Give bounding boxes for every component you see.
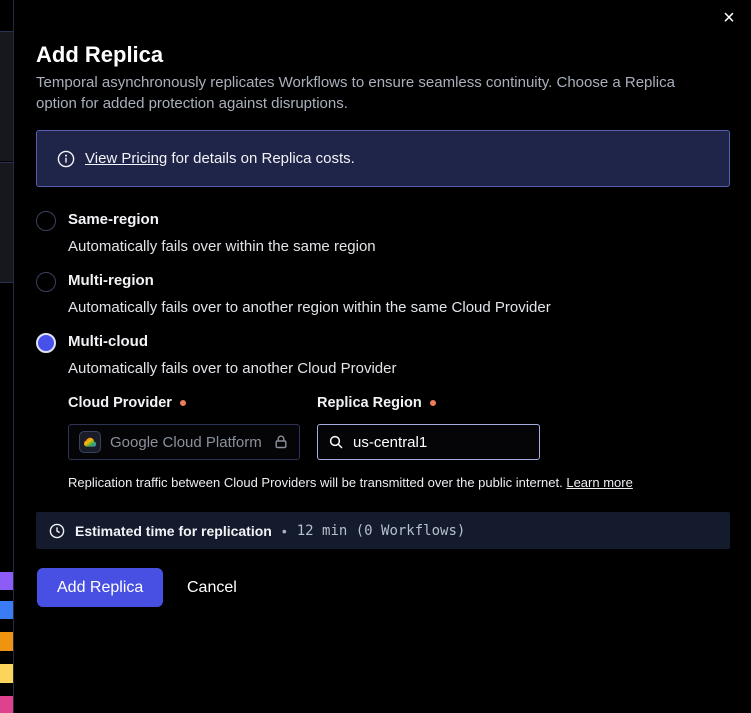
google-cloud-platform-icon — [79, 431, 101, 453]
public-internet-note: Replication traffic between Cloud Provid… — [68, 475, 633, 491]
close-icon[interactable]: × — [717, 6, 741, 30]
option-label: Multi-region — [68, 271, 551, 291]
status-color-block — [0, 572, 13, 590]
radio-option-multi-region: Multi-region Automatically fails over to… — [36, 271, 551, 317]
option-description: Automatically fails over to another Clou… — [68, 360, 397, 378]
cloud-provider-select[interactable]: Google Cloud Platform — [68, 424, 300, 460]
option-description: Automatically fails over within the same… — [68, 238, 376, 256]
replica-region-label: Replica Region — [317, 395, 436, 411]
info-icon — [57, 150, 75, 168]
status-color-block — [0, 632, 13, 651]
replica-region-input[interactable] — [353, 434, 513, 451]
radio-same-region[interactable] — [36, 211, 56, 231]
search-icon — [328, 434, 344, 450]
option-description: Automatically fails over to another regi… — [68, 299, 551, 317]
background-panel — [0, 162, 13, 283]
modal-description: Temporal asynchronously replicates Workf… — [36, 72, 706, 114]
page-title: Add Replica — [36, 42, 163, 68]
add-replica-button[interactable]: Add Replica — [37, 568, 163, 607]
lock-icon — [273, 434, 289, 450]
radio-option-multi-cloud: Multi-cloud Automatically fails over to … — [36, 332, 397, 378]
status-color-block — [0, 664, 13, 683]
status-color-block — [0, 696, 13, 713]
cloud-provider-value: Google Cloud Platform — [110, 434, 262, 451]
estimate-value: 12 min (0 Workflows) — [297, 523, 466, 539]
cancel-button[interactable]: Cancel — [181, 568, 243, 607]
clock-icon — [49, 523, 65, 539]
estimate-label: Estimated time for replication — [75, 523, 272, 539]
pricing-info-banner: View Pricing for details on Replica cost… — [36, 130, 730, 187]
background-panel — [0, 31, 13, 161]
status-color-block — [0, 601, 13, 619]
option-label: Same-region — [68, 210, 376, 230]
replica-region-combobox[interactable] — [317, 424, 540, 460]
multi-cloud-form: Cloud Provider Replica Region — [68, 395, 708, 460]
required-dot — [430, 400, 436, 406]
radio-option-same-region: Same-region Automatically fails over wit… — [36, 210, 376, 256]
cloud-provider-label: Cloud Provider — [68, 395, 186, 411]
modal-left-edge — [13, 0, 14, 713]
radio-multi-cloud[interactable] — [36, 333, 56, 353]
required-dot — [180, 400, 186, 406]
estimated-time-banner: Estimated time for replication • 12 min … — [36, 512, 730, 549]
learn-more-link[interactable]: Learn more — [566, 475, 632, 490]
pricing-banner-text: View Pricing for details on Replica cost… — [85, 150, 355, 167]
add-replica-modal: × Add Replica Temporal asynchronously re… — [0, 0, 751, 713]
estimate-separator: • — [282, 523, 287, 539]
radio-multi-region[interactable] — [36, 272, 56, 292]
view-pricing-link[interactable]: View Pricing — [85, 150, 167, 167]
option-label: Multi-cloud — [68, 332, 397, 352]
